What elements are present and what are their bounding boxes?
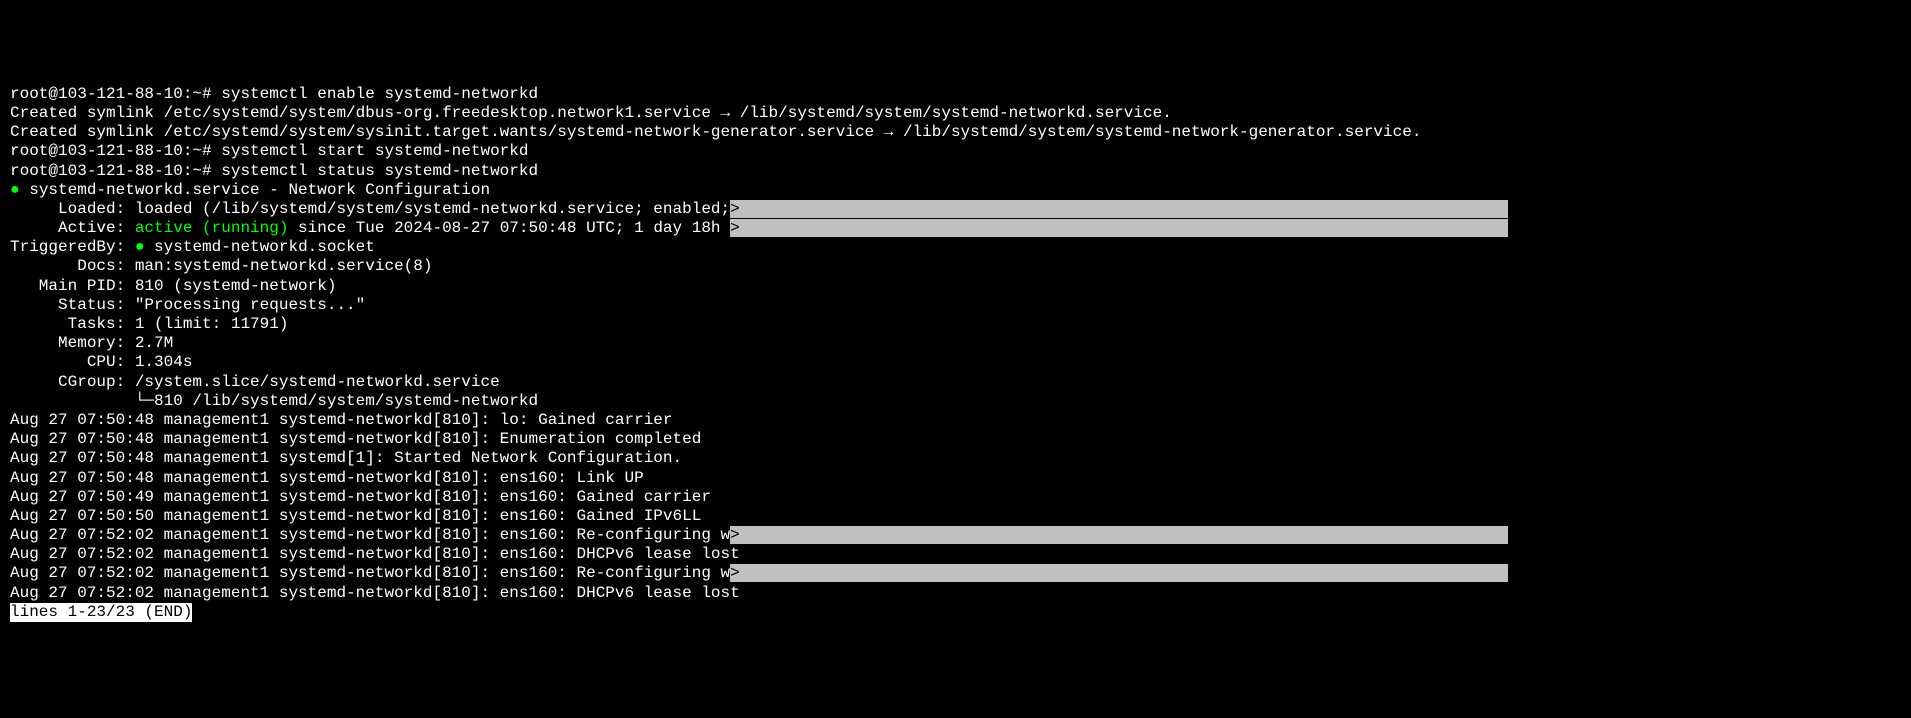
loaded-line: Loaded: loaded (/lib/systemd/system/syst…	[10, 200, 1901, 219]
command-line-2: root@103-121-88-10:~# systemctl start sy…	[10, 142, 1901, 161]
status-dot-icon: ●	[10, 181, 20, 199]
mainpid-line: Main PID: 810 (systemd-network)	[10, 277, 1901, 296]
docs-line: Docs: man:systemd-networkd.service(8)	[10, 257, 1901, 276]
log-line: Aug 27 07:50:50 management1 systemd-netw…	[10, 507, 1901, 526]
log-text: Aug 27 07:52:02 management1 systemd-netw…	[10, 526, 730, 544]
highlight-pad	[740, 564, 1508, 582]
active-label: Active:	[10, 219, 135, 237]
truncation-marker: >	[730, 564, 740, 582]
triggeredby-line: TriggeredBy: ● systemd-networkd.socket	[10, 238, 1901, 257]
log-line: Aug 27 07:50:48 management1 systemd-netw…	[10, 469, 1901, 488]
tasks-line: Tasks: 1 (limit: 11791)	[10, 315, 1901, 334]
service-name: systemd-networkd.service - Network Confi…	[20, 181, 490, 199]
terminal-area[interactable]: root@103-121-88-10:~# systemctl enable s…	[10, 85, 1901, 622]
log-line: Aug 27 07:50:48 management1 systemd[1]: …	[10, 449, 1901, 468]
log-line: Aug 27 07:52:02 management1 systemd-netw…	[10, 584, 1901, 603]
truncation-marker: >	[730, 526, 740, 544]
service-title-line: ● systemd-networkd.service - Network Con…	[10, 181, 1901, 200]
log-line: Aug 27 07:52:02 management1 systemd-netw…	[10, 564, 1901, 583]
log-line: Aug 27 07:50:49 management1 systemd-netw…	[10, 488, 1901, 507]
pager-status[interactable]: lines 1-23/23 (END)	[10, 603, 192, 622]
truncation-marker: >	[730, 200, 740, 218]
log-line: Aug 27 07:50:48 management1 systemd-netw…	[10, 411, 1901, 430]
highlight-pad	[740, 200, 1508, 218]
status-text-line: Status: "Processing requests..."	[10, 296, 1901, 315]
active-since: since Tue 2024-08-27 07:50:48 UTC; 1 day…	[288, 219, 730, 237]
output-line: Created symlink /etc/systemd/system/dbus…	[10, 104, 1901, 123]
log-line: Aug 27 07:52:02 management1 systemd-netw…	[10, 526, 1901, 545]
active-status: active (running)	[135, 219, 289, 237]
log-text: Aug 27 07:52:02 management1 systemd-netw…	[10, 564, 730, 582]
command-line-3: root@103-121-88-10:~# systemctl status s…	[10, 162, 1901, 181]
status-dot-icon: ●	[135, 238, 145, 256]
cpu-line: CPU: 1.304s	[10, 353, 1901, 372]
output-line: Created symlink /etc/systemd/system/sysi…	[10, 123, 1901, 142]
highlight-pad	[740, 219, 1508, 237]
command-line-1: root@103-121-88-10:~# systemctl enable s…	[10, 85, 1901, 104]
triggeredby-value: systemd-networkd.socket	[144, 238, 374, 256]
active-line: Active: active (running) since Tue 2024-…	[10, 219, 1901, 238]
log-line: Aug 27 07:50:48 management1 systemd-netw…	[10, 430, 1901, 449]
memory-line: Memory: 2.7M	[10, 334, 1901, 353]
truncation-marker: >	[730, 219, 740, 237]
triggeredby-label: TriggeredBy:	[10, 238, 135, 256]
cgroup-line: CGroup: /system.slice/systemd-networkd.s…	[10, 373, 1901, 392]
cgroup-tree-line: └─810 /lib/systemd/system/systemd-networ…	[10, 392, 1901, 411]
log-line: Aug 27 07:52:02 management1 systemd-netw…	[10, 545, 1901, 564]
highlight-pad	[740, 526, 1508, 544]
loaded-text: Loaded: loaded (/lib/systemd/system/syst…	[10, 200, 730, 218]
